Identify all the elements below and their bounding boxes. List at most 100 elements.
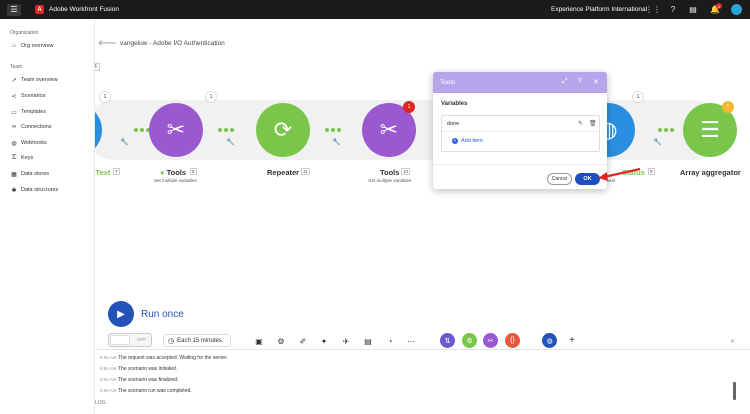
- connector-dots: [134, 128, 150, 132]
- home-icon: ⌂: [12, 43, 16, 49]
- wrench-icon[interactable]: 🔧: [332, 138, 341, 146]
- divider: [433, 164, 607, 165]
- avatar[interactable]: [731, 4, 742, 15]
- notification-badge: 1: [716, 3, 722, 9]
- log-entry: 9:56 AM The scenario was finalized.: [100, 377, 179, 383]
- clock-icon: ◷: [168, 337, 175, 345]
- run-once-button[interactable]: ▶: [108, 301, 134, 327]
- toolbox-icon[interactable]: ▤: [363, 336, 373, 346]
- flow-control-icon[interactable]: ⇅: [440, 333, 455, 348]
- module-number: 10: [401, 168, 411, 175]
- help-icon[interactable]: ?: [668, 4, 678, 14]
- add-item-button[interactable]: + Add item: [452, 138, 483, 144]
- feedback-icon[interactable]: ▤: [688, 4, 698, 14]
- module-counter: 1: [99, 91, 111, 103]
- wrench-icon[interactable]: 🔧: [226, 138, 235, 146]
- log-scrollbar[interactable]: [733, 382, 736, 400]
- module-tools-set[interactable]: ✂: [149, 103, 203, 157]
- plus-icon: +: [452, 138, 458, 144]
- http-icon[interactable]: ◍: [542, 333, 557, 348]
- key-icon: ⚿: [11, 154, 17, 161]
- toggle-label: OFF: [137, 337, 146, 342]
- module-sublabel: Get multiple variables: [368, 178, 412, 183]
- repeat-icon: ⟳: [273, 117, 293, 142]
- help-icon[interactable]: ?: [578, 78, 582, 85]
- delete-icon[interactable]: 🗑: [589, 120, 597, 127]
- edit-icon[interactable]: ✎: [578, 120, 583, 127]
- tools-green-icon[interactable]: ⚙: [462, 333, 477, 348]
- flow-icon[interactable]: ✈: [341, 336, 351, 346]
- log-entry: 9:56 AM The scenario run was completed.: [100, 388, 192, 394]
- close-log-icon[interactable]: ✕: [730, 338, 735, 345]
- toggle-knob: [110, 335, 130, 345]
- notes-icon[interactable]: ✐: [298, 336, 308, 346]
- structure-icon: ✱: [11, 187, 17, 194]
- text-parser-icon[interactable]: {}: [505, 333, 520, 348]
- module-counter: 1: [632, 91, 644, 103]
- module-label: ● Tools: [160, 168, 187, 177]
- module-number: 8: [190, 168, 197, 175]
- schedule-setting[interactable]: ◷ Each 15 minutes.: [163, 334, 231, 347]
- app-title: Adobe Workfront Fusion: [49, 6, 119, 13]
- top-bar: ☰ A Adobe Workfront Fusion Experience Pl…: [0, 0, 750, 19]
- scenario-breadcrumb: vangeluw - Adobe I/O Authentication: [120, 40, 225, 47]
- globe-icon: ◍: [11, 140, 17, 147]
- sidebar-item-org-overview[interactable]: ⌂ Org overview: [10, 41, 53, 51]
- sidebar-item-scenarios[interactable]: ≺ Scenarios: [10, 91, 45, 101]
- module-repeater[interactable]: ⟳: [256, 103, 310, 157]
- save-icon[interactable]: ▣: [254, 336, 264, 346]
- module-label: Repeater: [267, 168, 300, 177]
- variable-row[interactable]: done ✎ 🗑: [442, 116, 599, 132]
- auto-align-icon[interactable]: ✦: [319, 336, 329, 346]
- close-icon[interactable]: ✕: [593, 78, 599, 86]
- tools-icon: ✂: [379, 117, 399, 142]
- module-number: 9: [648, 168, 655, 175]
- scenario-canvas[interactable]: ⟵ vangeluw - Adobe I/O Authentication 4 …: [95, 19, 750, 349]
- log-label: LOG: [95, 400, 106, 406]
- add-module-icon[interactable]: +: [567, 335, 577, 346]
- module-counter: 1: [205, 91, 217, 103]
- adobe-logo-icon: A: [35, 5, 44, 14]
- module-label: nge Text: [95, 168, 111, 177]
- variable-name: done: [447, 120, 460, 127]
- module-sublabel: Set multiple variables: [154, 178, 197, 183]
- menu-icon[interactable]: ☰: [7, 3, 21, 16]
- template-icon: ▭: [11, 109, 17, 116]
- sidebar-item-keys[interactable]: ⚿ Keys: [10, 153, 34, 163]
- module-warning-badge: !: [722, 101, 734, 113]
- log-entry: 9:56 AM The request was accepted. Waiting…: [100, 355, 228, 361]
- database-icon: ▦: [11, 171, 17, 178]
- expand-icon[interactable]: ⤢: [562, 78, 568, 86]
- wrench-icon[interactable]: 🔧: [120, 138, 129, 146]
- run-once-label[interactable]: Run once: [141, 309, 184, 320]
- module-error-badge: 1: [403, 101, 415, 113]
- sidebar-item-templates[interactable]: ▭ Templates: [10, 107, 46, 117]
- module-label: Tools: [380, 168, 400, 177]
- cancel-button[interactable]: Cancel: [547, 173, 572, 185]
- scheduling-toggle[interactable]: OFF: [108, 333, 152, 347]
- sidebar-item-data-structures[interactable]: ✱ Data structures: [10, 185, 58, 195]
- module-label: Array aggregator: [680, 168, 741, 177]
- back-arrow-icon[interactable]: ⟵: [98, 35, 117, 51]
- partial-badge: 4: [95, 63, 100, 71]
- chart-icon: ↗: [11, 77, 17, 84]
- apps-grid-icon[interactable]: ⋮⋮: [645, 4, 661, 14]
- more-icon[interactable]: ⋯: [406, 336, 416, 346]
- annotation-arrow-icon: [598, 167, 641, 181]
- share-icon: ≺: [11, 93, 17, 100]
- module-number: 11: [301, 168, 310, 175]
- link-icon: ∞: [11, 124, 17, 130]
- tools-icon: ✂: [166, 117, 186, 142]
- modal-title: Tools: [440, 79, 456, 86]
- explain-flow-icon[interactable]: ◔: [385, 336, 395, 346]
- wrench-icon[interactable]: 🔧: [653, 138, 662, 146]
- sidebar-item-connections[interactable]: ∞ Connections: [10, 122, 52, 132]
- log-panel: ✕ 9:56 AM The request was accepted. Waiti…: [95, 339, 750, 414]
- settings-icon[interactable]: ⚙: [276, 336, 286, 346]
- sidebar-item-team-overview[interactable]: ↗ Team overview: [10, 75, 57, 85]
- sidebar-item-data-stores[interactable]: ▦ Data stores: [10, 169, 49, 179]
- org-switcher[interactable]: Experience Platform International: [551, 6, 647, 13]
- sidebar-item-webhooks[interactable]: ◍ Webhooks: [10, 138, 47, 148]
- tools-purple-icon[interactable]: ✂: [483, 333, 498, 348]
- check-icon: ●: [160, 168, 165, 177]
